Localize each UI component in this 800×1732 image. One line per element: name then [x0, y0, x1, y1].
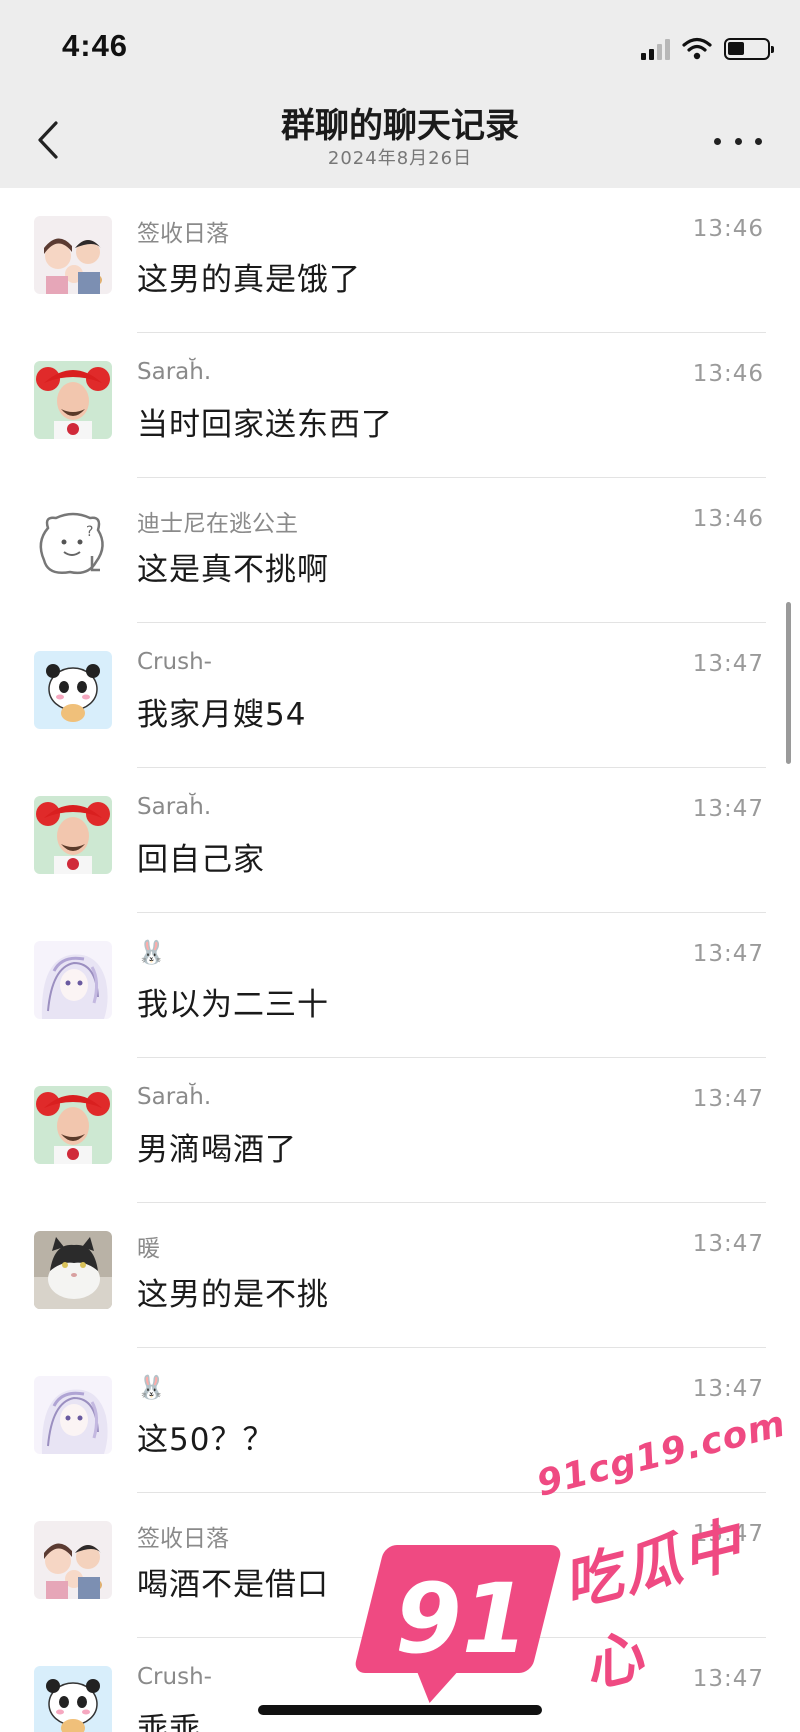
watermark-name: 吃瓜中心 [556, 1509, 751, 1702]
message-text: 这男的是不挑 [137, 1277, 329, 1313]
message-time: 13:47 [692, 796, 764, 822]
navigation-header: 4:46 群聊的聊天记录 2024年8月26日 [0, 0, 800, 188]
page-subtitle-date: 2024年8月26日 [327, 148, 473, 169]
page-title: 群聊的聊天记录 [281, 106, 519, 146]
message-time: 13:47 [692, 941, 764, 967]
message-time: 13:47 [692, 1376, 764, 1402]
anime-girl-avatar[interactable] [34, 1376, 112, 1454]
sender-name: Crush- [137, 649, 212, 675]
message-text: 喝酒不是借口 [137, 1567, 329, 1603]
red-hair-cartoon-avatar[interactable] [34, 1086, 112, 1164]
message-row[interactable]: Crush- 13:47 我家月嫂54 [0, 623, 800, 768]
sender-name: 🐰 [137, 940, 166, 966]
sketch-bear-avatar[interactable]: ? [34, 506, 112, 584]
message-time: 13:47 [692, 1086, 764, 1112]
sender-name: 🐰 [137, 1375, 166, 1401]
sender-name: 迪士尼在逃公主 [137, 511, 298, 537]
sender-name: Sarah̆. [137, 1084, 212, 1110]
message-time: 13:47 [692, 1231, 764, 1257]
red-hair-cartoon-avatar[interactable] [34, 796, 112, 874]
sender-name: Sarah̆. [137, 359, 212, 385]
message-text: 这是真不挑啊 [137, 552, 329, 588]
battery-icon [724, 38, 774, 60]
message-row[interactable]: ? 迪士尼在逃公主 13:46 这是真不挑啊 [0, 478, 800, 623]
watermark-number: 91 [395, 1563, 529, 1675]
dot-icon [734, 137, 742, 145]
message-row[interactable]: Sarah̆. 13:46 当时回家送东西了 [0, 333, 800, 478]
family-cartoon-avatar[interactable] [34, 216, 112, 294]
message-time: 13:46 [692, 216, 764, 242]
message-text: 回自己家 [137, 842, 265, 878]
home-indicator[interactable] [258, 1705, 542, 1715]
panda-cartoon-avatar[interactable] [34, 651, 112, 729]
message-row[interactable]: 🐰 13:47 我以为二三十 [0, 913, 800, 1058]
message-time: 13:46 [692, 361, 764, 387]
dot-icon [755, 137, 762, 145]
red-hair-cartoon-avatar[interactable] [34, 361, 112, 439]
more-options-button[interactable] [714, 126, 762, 156]
message-row[interactable]: Sarah̆. 13:47 男滴喝酒了 [0, 1058, 800, 1203]
message-row[interactable]: 签收日落 13:46 这男的真是饿了 [0, 188, 800, 333]
anime-girl-avatar[interactable] [34, 941, 112, 1019]
family-cartoon-avatar[interactable] [34, 1521, 112, 1599]
message-text: 这50？？ [137, 1422, 275, 1458]
sender-name: 签收日落 [137, 221, 229, 247]
message-text: 我家月嫂54 [137, 697, 307, 733]
dot-icon [714, 137, 721, 145]
scrollbar[interactable] [786, 602, 791, 764]
watermark: 91 91cg19.com 吃瓜中心 [353, 1403, 795, 1701]
message-row[interactable]: Sarah̆. 13:47 回自己家 [0, 768, 800, 913]
message-text: 当时回家送东西了 [137, 407, 393, 443]
message-time: 13:47 [692, 651, 764, 677]
message-row[interactable]: 暖 13:47 这男的是不挑 [0, 1203, 800, 1348]
message-text: 这男的真是饿了 [137, 262, 361, 298]
wifi-icon [682, 37, 712, 60]
svg-text:?: ? [86, 524, 93, 540]
panda-cartoon-avatar[interactable] [34, 1666, 112, 1732]
cat-photo-avatar[interactable] [34, 1231, 112, 1309]
message-text: 乖乖 [137, 1712, 201, 1732]
sender-name: 暖 [137, 1236, 160, 1262]
message-time: 13:46 [692, 506, 764, 532]
status-time: 4:46 [62, 28, 129, 63]
sender-name: Crush- [137, 1664, 212, 1690]
status-icons [641, 34, 774, 64]
sender-name: 签收日落 [137, 1526, 229, 1552]
header-titles: 群聊的聊天记录 2024年8月26日 [0, 104, 800, 170]
message-text: 我以为二三十 [137, 987, 329, 1023]
cellular-signal-icon [641, 38, 670, 60]
sender-name: Sarah̆. [137, 794, 212, 820]
message-text: 男滴喝酒了 [137, 1132, 297, 1168]
